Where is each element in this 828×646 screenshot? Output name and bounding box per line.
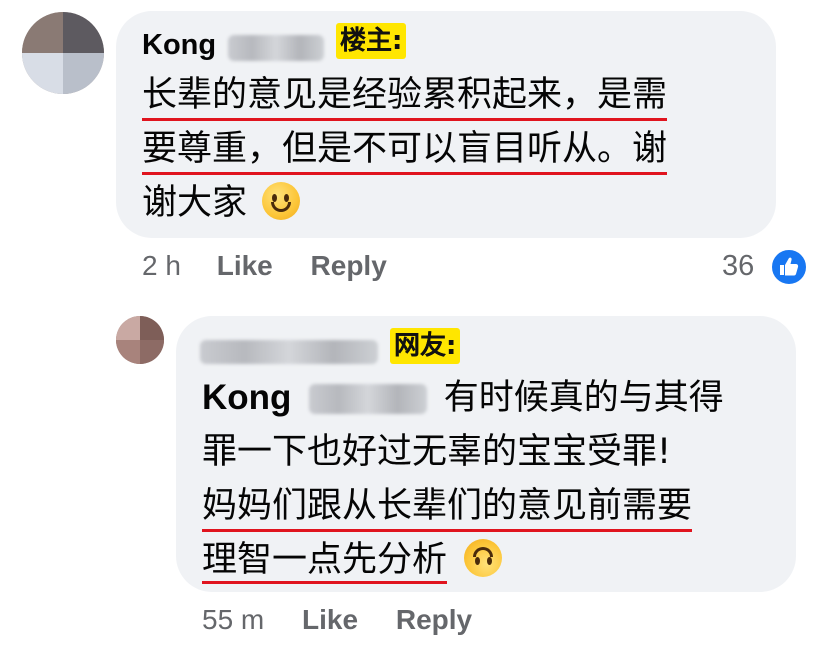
emoji-eye <box>487 557 493 565</box>
thumbs-up-icon[interactable] <box>770 248 808 286</box>
emoji-eye <box>475 557 481 565</box>
mentioned-user[interactable]: Kong <box>202 378 291 417</box>
redacted-author-surname <box>228 35 324 61</box>
reply-text-line: 罪一下也好过无辜的宝宝受罪! <box>202 432 672 472</box>
reply-bubble: 网友: Kong 有时候真的与其得 罪一下也好过无辜的宝宝受罪! 妈妈们跟从长辈… <box>176 316 796 592</box>
emoji-mouth <box>271 202 292 212</box>
like-button[interactable]: Like <box>302 604 358 635</box>
comment-text-line: 长辈的意见是经验累积起来，是需 <box>142 73 668 121</box>
commenter-avatar[interactable] <box>22 12 104 94</box>
emoji-eye <box>272 194 278 202</box>
original-poster-tag: 楼主: <box>336 23 407 59</box>
reply-actions: 55 m Like Reply <box>202 604 472 636</box>
replier-avatar[interactable] <box>116 316 164 364</box>
comment-text-fragment: 谢大家 <box>142 183 248 223</box>
netizen-tag: 网友: <box>390 328 461 364</box>
reaction-count[interactable]: 36 <box>722 250 754 283</box>
upside-down-face-icon <box>464 539 503 577</box>
smiling-face-icon <box>262 182 301 220</box>
emoji-eye <box>284 194 290 202</box>
comment-text-line: 谢大家 <box>142 181 301 225</box>
thumbs-up-glyph <box>780 257 799 276</box>
reply-text-fragment: 有时候真的与其得 <box>443 378 724 418</box>
like-button[interactable]: Like <box>217 250 273 281</box>
reply-text-line: 理智一点先分析 <box>202 538 503 584</box>
comment-timestamp[interactable]: 2 h <box>142 250 181 281</box>
reply-timestamp[interactable]: 55 m <box>202 604 264 635</box>
reply-text-fragment: 理智一点先分析 <box>202 540 448 584</box>
redacted-replier-name <box>200 340 378 364</box>
redacted-mention-surname <box>308 384 427 414</box>
reply-text-line: 妈妈们跟从长辈们的意见前需要 <box>202 484 693 532</box>
reply-button[interactable]: Reply <box>311 250 387 281</box>
comment-bubble: Kong 楼主: 长辈的意见是经验累积起来，是需 要尊重，但是不可以盲目听从。谢… <box>116 11 776 238</box>
comment-actions: 2 h Like Reply <box>142 250 387 282</box>
comment-text-line: 要尊重，但是不可以盲目听从。谢 <box>142 127 668 175</box>
author-first-name[interactable]: Kong <box>142 29 216 61</box>
reply-text-line: Kong 有时候真的与其得 <box>202 376 724 420</box>
comment-author-name[interactable]: Kong <box>142 29 216 62</box>
emoji-mouth <box>473 547 494 557</box>
reply-button[interactable]: Reply <box>396 604 472 635</box>
